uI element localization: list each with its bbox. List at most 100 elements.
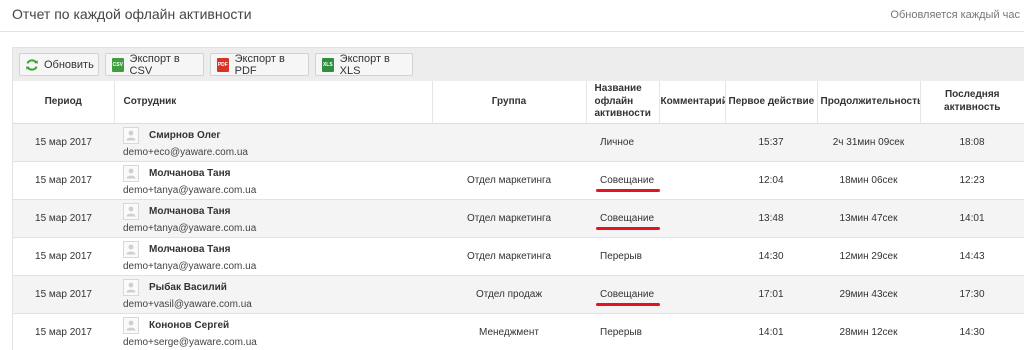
column-header-period[interactable]: Период — [13, 81, 115, 124]
export-xls-label: Экспорт в XLS — [339, 52, 390, 77]
employee-email: demo+tanya@yaware.com.ua — [123, 260, 257, 272]
column-header-comment[interactable]: Комментарий — [659, 81, 726, 124]
period-cell: 15 мар 2017 — [13, 199, 114, 238]
xls-file-icon: XLS — [321, 57, 335, 72]
table-row: 15 мар 2017 Смирнов Олег demo+eco@yaware… — [13, 123, 1024, 162]
activity-name: Совещание — [595, 288, 661, 306]
employee-name[interactable]: Смирнов Олег — [149, 130, 221, 141]
period-cell: 15 мар 2017 — [13, 123, 114, 162]
avatar — [123, 202, 139, 220]
column-header-last-activity[interactable]: Последняя активность — [920, 81, 1024, 124]
duration-cell: 13мин 47сек — [817, 199, 920, 238]
last-activity-cell: 14:01 — [920, 199, 1024, 238]
period-cell: 15 мар 2017 — [13, 237, 114, 276]
comment-cell — [659, 161, 725, 200]
table-row: 15 мар 2017 Молчанова Таня demo+tanya@ya… — [13, 161, 1024, 200]
table-row: 15 мар 2017 Молчанова Таня demo+tanya@ya… — [13, 199, 1024, 238]
period-cell: 15 мар 2017 — [13, 275, 114, 314]
employee-cell: Молчанова Таня demo+tanya@yaware.com.ua — [114, 199, 432, 238]
activity-cell: Личное — [586, 123, 659, 162]
avatar — [123, 278, 139, 296]
activity-name: Совещание — [595, 212, 661, 230]
duration-cell: 2ч 31мин 09сек — [817, 123, 920, 162]
group-cell: Менеджмент — [432, 313, 586, 350]
employee-email: demo+tanya@yaware.com.ua — [123, 222, 257, 234]
activity-report-table: Период Сотрудник Группа Название офлайн … — [13, 81, 1024, 350]
csv-file-icon: CSV — [111, 57, 125, 72]
comment-cell — [659, 275, 725, 314]
last-activity-cell: 14:43 — [920, 237, 1024, 276]
comment-cell — [659, 199, 725, 238]
duration-cell: 12мин 29сек — [817, 237, 920, 276]
group-cell: Отдел продаж — [432, 275, 586, 314]
column-header-duration[interactable]: Продолжительность — [817, 81, 921, 124]
duration-cell: 28мин 12сек — [817, 313, 920, 350]
first-action-cell: 12:04 — [725, 161, 817, 200]
employee-cell: Молчанова Таня demo+tanya@yaware.com.ua — [114, 161, 432, 200]
employee-name[interactable]: Рыбак Василий — [149, 282, 227, 293]
activity-cell: Совещание — [586, 199, 661, 238]
avatar — [123, 240, 139, 258]
group-cell: Отдел маркетинга — [432, 237, 586, 276]
comment-cell — [659, 123, 725, 162]
column-header-employee[interactable]: Сотрудник — [114, 81, 433, 124]
comment-cell — [659, 313, 725, 350]
period-cell: 15 мар 2017 — [13, 313, 114, 350]
page-header: Отчет по каждой офлайн активности Обновл… — [0, 0, 1024, 32]
export-csv-label: Экспорт в CSV — [129, 52, 180, 77]
employee-name[interactable]: Молчанова Таня — [149, 244, 230, 255]
pdf-file-icon: PDF — [216, 57, 230, 72]
refresh-button[interactable]: Обновить — [19, 53, 99, 76]
activity-name: Перерыв — [600, 250, 642, 262]
update-frequency-note: Обновляется каждый час — [890, 9, 1020, 21]
employee-email: demo+vasil@yaware.com.ua — [123, 298, 252, 310]
first-action-cell: 14:30 — [725, 237, 817, 276]
first-action-cell: 15:37 — [725, 123, 817, 162]
table-row: 15 мар 2017 Рыбак Василий demo+vasil@yaw… — [13, 275, 1024, 314]
column-header-group[interactable]: Группа — [432, 81, 587, 124]
comment-cell — [659, 237, 725, 276]
group-cell: Отдел маркетинга — [432, 161, 586, 200]
page-title: Отчет по каждой офлайн активности — [12, 6, 252, 22]
column-header-first-action[interactable]: Первое действие — [725, 81, 818, 124]
employee-cell: Рыбак Василий demo+vasil@yaware.com.ua — [114, 275, 432, 314]
avatar — [123, 316, 139, 334]
activity-cell: Совещание — [586, 161, 661, 200]
table-row: 15 мар 2017 Кононов Сергей demo+serge@ya… — [13, 313, 1024, 350]
table-header-row: Период Сотрудник Группа Название офлайн … — [13, 81, 1024, 124]
first-action-cell: 17:01 — [725, 275, 817, 314]
employee-cell: Молчанова Таня demo+tanya@yaware.com.ua — [114, 237, 432, 276]
employee-email: demo+eco@yaware.com.ua — [123, 146, 248, 158]
group-cell: Отдел маркетинга — [432, 199, 586, 238]
refresh-icon — [25, 58, 39, 72]
export-pdf-button[interactable]: PDF Экспорт в PDF — [210, 52, 309, 77]
first-action-cell: 14:01 — [725, 313, 817, 350]
export-xls-button[interactable]: XLS Экспорт в XLS — [315, 52, 413, 77]
activity-name: Личное — [600, 136, 635, 148]
avatar — [123, 164, 139, 182]
employee-name[interactable]: Молчанова Таня — [149, 206, 230, 217]
employee-email: demo+tanya@yaware.com.ua — [123, 184, 257, 196]
export-csv-button[interactable]: CSV Экспорт в CSV — [105, 52, 204, 77]
duration-cell: 29мин 43сек — [817, 275, 920, 314]
period-cell: 15 мар 2017 — [13, 161, 114, 200]
first-action-cell: 13:48 — [725, 199, 817, 238]
last-activity-cell: 18:08 — [920, 123, 1024, 162]
refresh-label: Обновить — [44, 58, 94, 71]
duration-cell: 18мин 06сек — [817, 161, 920, 200]
activity-name: Совещание — [595, 174, 661, 192]
employee-email: demo+serge@yaware.com.ua — [123, 336, 257, 348]
activity-cell: Перерыв — [586, 313, 659, 350]
employee-name[interactable]: Кононов Сергей — [149, 320, 229, 331]
employee-cell: Смирнов Олег demo+eco@yaware.com.ua — [114, 123, 432, 162]
avatar — [123, 126, 139, 144]
activity-cell: Совещание — [586, 275, 661, 314]
activity-name: Перерыв — [600, 326, 642, 338]
export-pdf-label: Экспорт в PDF — [234, 52, 285, 77]
employee-name[interactable]: Молчанова Таня — [149, 168, 230, 179]
report-panel: Обновить CSV Экспорт в CSV PDF Экспорт в… — [12, 47, 1024, 350]
last-activity-cell: 12:23 — [920, 161, 1024, 200]
column-header-activity[interactable]: Название офлайн активности — [586, 81, 660, 124]
last-activity-cell: 14:30 — [920, 313, 1024, 350]
table-row: 15 мар 2017 Молчанова Таня demo+tanya@ya… — [13, 237, 1024, 276]
